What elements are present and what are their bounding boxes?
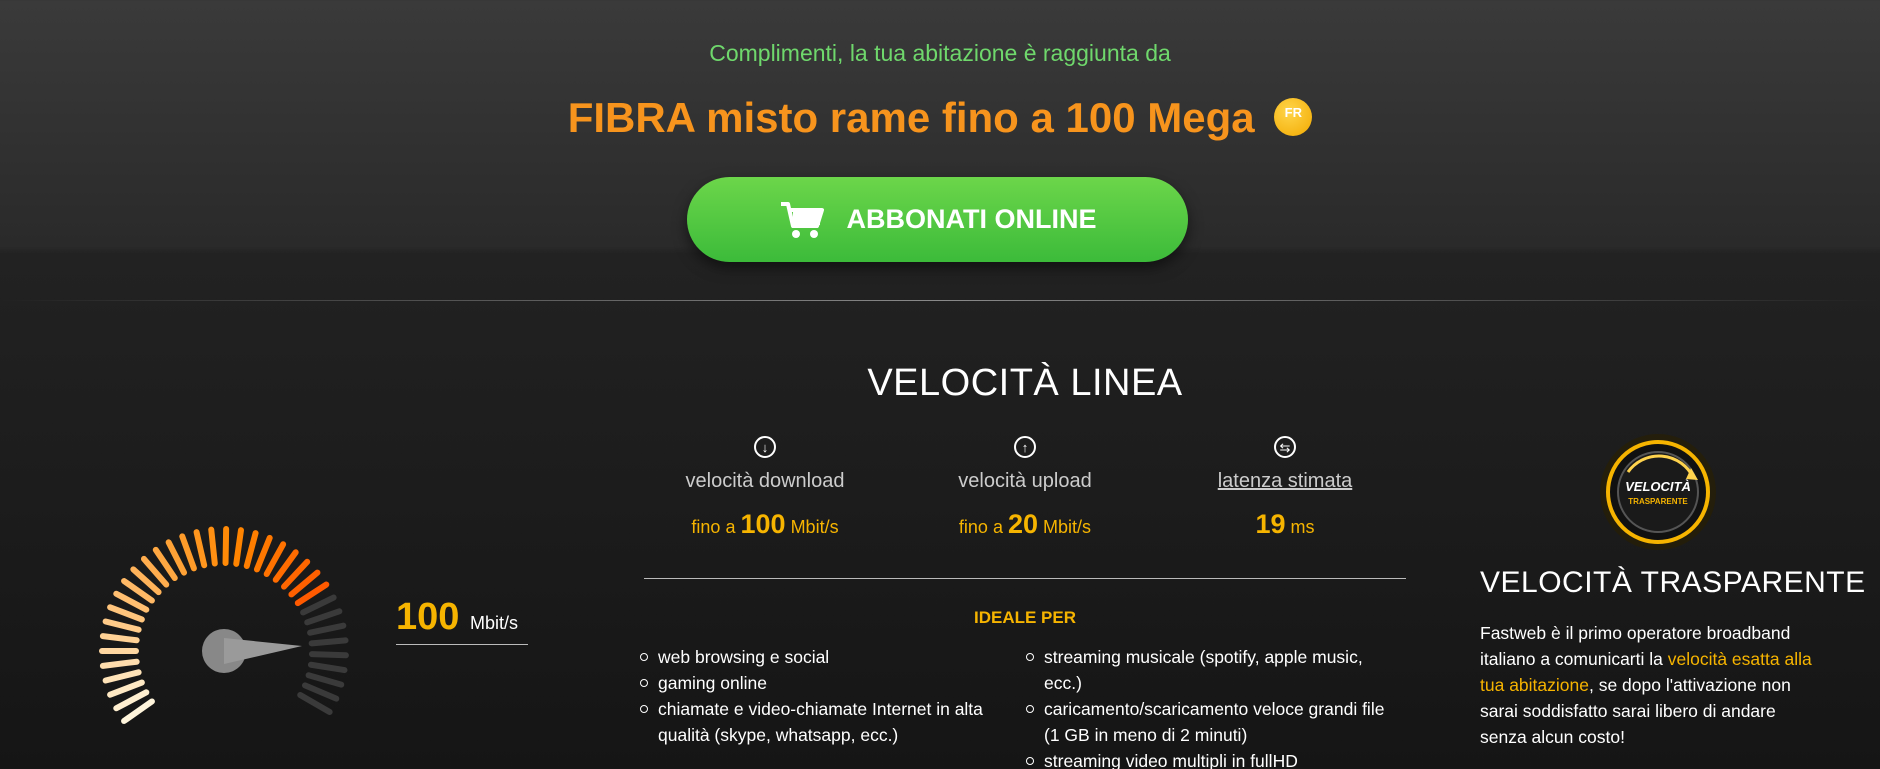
congrats-text: Complimenti, la tua abitazione è raggiun… [709, 40, 1171, 66]
list-item: web browsing e social [640, 644, 1000, 670]
speed-section-title: VELOCITÀ LINEA [867, 362, 1183, 404]
hero-section: Complimenti, la tua abitazione è raggiun… [0, 0, 1880, 300]
upload-arrow-icon: ↑ [1014, 436, 1036, 458]
gauge-readout: 100 Mbit/s [396, 596, 528, 645]
ideal-for-list-left: web browsing e social gaming online chia… [640, 644, 1000, 748]
upload-label: velocità upload [958, 470, 1092, 492]
gauge-needle [224, 638, 302, 664]
download-value: fino a 100 Mbit/s [691, 509, 839, 539]
download-arrow-icon: ↓ [754, 436, 776, 458]
gauge-tick [208, 526, 218, 567]
ideal-for-heading: IDEALE PER [973, 608, 1077, 627]
gauge-tick [222, 526, 230, 567]
swap-arrows-icon: ⇆ [1274, 436, 1296, 458]
latency-link[interactable]: latenza stimata [1155, 470, 1415, 493]
subscribe-online-button[interactable]: ABBONATI ONLINE [687, 177, 1188, 262]
gauge-tick [304, 608, 343, 626]
latency-metric: ⇆ latenza stimata 19 ms [1155, 436, 1415, 540]
gauge-tick [107, 604, 145, 623]
gauge-tick [107, 679, 145, 698]
gauge-tick [307, 661, 348, 674]
fr-badge-icon: FR [1274, 97, 1313, 136]
gauge-tick [297, 692, 333, 715]
svg-text:VELOCITÀ: VELOCITÀ [1625, 479, 1691, 494]
gauge-tick [307, 622, 347, 636]
download-label: velocità download [685, 470, 845, 492]
gauge-tick [99, 633, 140, 644]
latency-value: 19 ms [1255, 509, 1315, 539]
gauge-tick [99, 658, 140, 669]
list-item: caricamento/scaricamento veloce grandi f… [1026, 696, 1386, 748]
upload-metric: ↑ velocità upload fino a 20 Mbit/s [895, 436, 1155, 540]
gauge-tick [193, 529, 208, 569]
metrics-divider [644, 578, 1406, 579]
ideal-for-list-right: streaming musicale (spotify, apple music… [1026, 644, 1386, 769]
gauge-tick [308, 651, 349, 659]
headline: FIBRA misto rame fino a 100 Mega FR [0, 94, 1880, 142]
svg-text:TRASPARENTE: TRASPARENTE [1628, 497, 1688, 506]
cart-icon [780, 201, 824, 238]
gauge-tick [102, 669, 142, 684]
list-item: streaming video multipli in fullHD [1026, 748, 1386, 769]
gauge-tick [308, 637, 349, 647]
velocita-trasparente-title: VELOCITÀ TRASPARENTE [1480, 566, 1866, 599]
download-metric: ↓ velocità download fino a 100 Mbit/s [635, 436, 895, 540]
upload-value: fino a 20 Mbit/s [958, 509, 1092, 539]
subscribe-online-label: ABBONATI ONLINE [846, 204, 1097, 234]
gauge-ticks [99, 526, 349, 724]
gauge-tick [179, 533, 197, 572]
velocita-trasparente-text: Fastweb è il primo operatore broadband i… [1480, 623, 1812, 747]
section-divider [0, 300, 1880, 301]
gauge-tick [102, 618, 142, 633]
list-item: streaming musicale (spotify, apple music… [1026, 644, 1386, 696]
headline-text: FIBRA misto rame fino a 100 Mega [567, 94, 1255, 141]
speed-gauge [99, 526, 349, 724]
velocita-trasparente-badge-icon: VELOCITÀ TRASPARENTE [1600, 434, 1716, 550]
gauge-tick [302, 682, 340, 702]
gauge-tick [233, 527, 244, 567]
list-item: chiamate e video-chiamate Internet in al… [640, 696, 1000, 748]
gauge-tick [305, 672, 345, 688]
gauge-tick [253, 534, 273, 573]
list-item: gaming online [640, 670, 1000, 696]
gauge-tick [243, 530, 259, 569]
